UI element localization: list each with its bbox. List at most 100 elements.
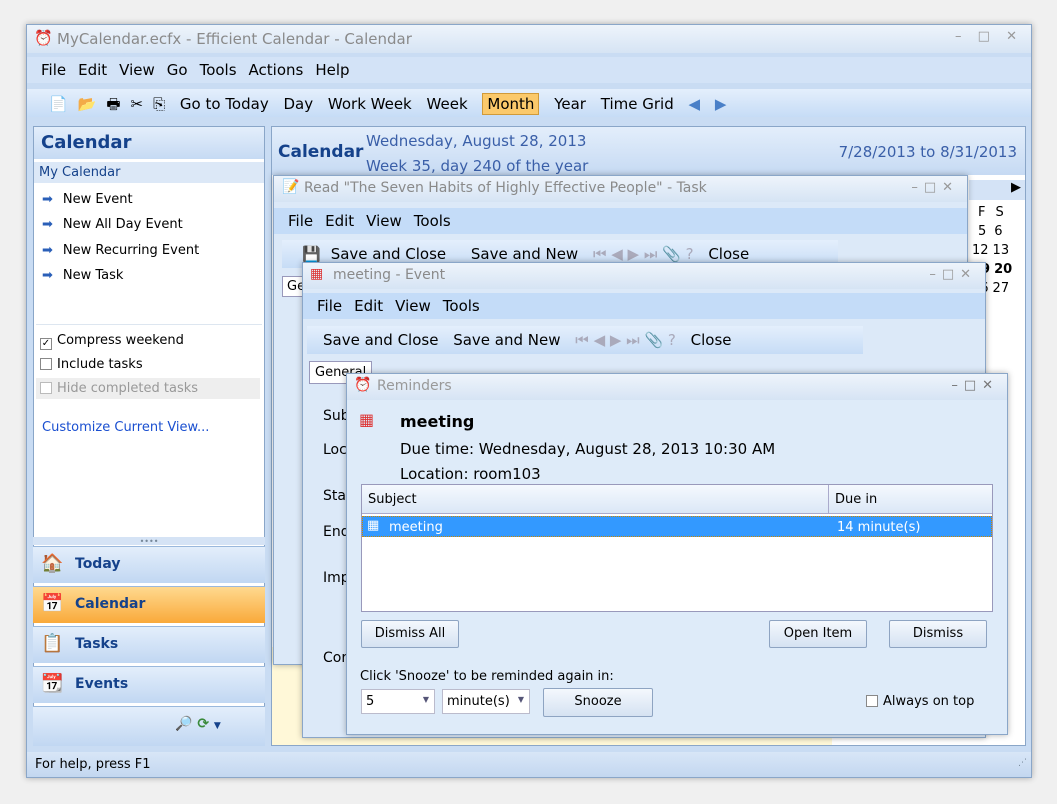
table-row[interactable]: ▦ meeting 14 minute(s) [362, 516, 992, 537]
snooze-value-select[interactable]: 5 ▼ [361, 689, 435, 714]
event-window-controls[interactable]: –□✕ [929, 267, 977, 282]
event-menu: File Edit View Tools [303, 293, 985, 319]
reminders-dialog: ⏰ Reminders –□✕ ▦ meeting Due time: Wedne… [346, 373, 1008, 735]
sidebar-title: Calendar [34, 127, 264, 159]
mini-row: 56 [978, 224, 1003, 239]
title-bar: ⏰ MyCalendar.ecfx - Efficient Calendar -… [27, 25, 1031, 53]
nav-events[interactable]: 📆 Events [33, 666, 265, 703]
view-month[interactable]: Month [482, 93, 540, 115]
sidebar-section: My Calendar [34, 162, 264, 183]
new-icon[interactable]: 📄 [49, 95, 68, 113]
splitter[interactable]: •••• [33, 537, 265, 546]
menu-view[interactable]: View [395, 297, 431, 315]
list-header: Subject Due in [362, 485, 992, 514]
nav-calendar[interactable]: 📅 Calendar [33, 586, 265, 623]
include-tasks-checkbox[interactable]: Include tasks [40, 357, 143, 372]
reminder-subject: meeting [400, 412, 475, 431]
reminder-due-time: Due time: Wednesday, August 28, 2013 10:… [400, 440, 776, 458]
menu-view[interactable]: View [366, 212, 402, 230]
status-text: For help, press F1 [35, 757, 151, 772]
next-button[interactable]: ▶ [715, 95, 727, 113]
menu-tools[interactable]: Tools [200, 61, 237, 79]
menu-edit[interactable]: Edit [325, 212, 354, 230]
view-work-week[interactable]: Work Week [328, 95, 412, 113]
tasks-icon: 📋 [41, 633, 64, 654]
print-icon[interactable]: 🖶 [106, 95, 120, 113]
close-button[interactable]: Close [708, 245, 749, 263]
week-info: Week 35, day 240 of the year [366, 157, 589, 175]
menu-file[interactable]: File [41, 61, 66, 79]
snooze-button[interactable]: Snooze [543, 688, 653, 717]
alarm-icon: ⏰ [354, 377, 372, 393]
save-close-button[interactable]: Save and Close [323, 331, 438, 349]
chevron-down-icon[interactable]: ▼ [214, 721, 221, 731]
calendar-icon: 📅 [41, 593, 64, 614]
task-menu: File Edit View Tools [274, 208, 967, 234]
date-range: 7/28/2013 to 8/31/2013 [838, 143, 1017, 161]
save-new-button[interactable]: Save and New [471, 245, 578, 263]
save-new-button[interactable]: Save and New [453, 331, 560, 349]
task-icon: 📝 [282, 179, 300, 195]
reminders-list: Subject Due in ▦ meeting 14 minute(s) [361, 484, 993, 612]
reminders-title-bar: ⏰ Reminders –□✕ [347, 374, 1007, 400]
compress-weekend-checkbox[interactable]: ✓ Compress weekend [40, 333, 184, 350]
view-year[interactable]: Year [554, 95, 586, 113]
mini-calendar-nav[interactable]: ▶ [969, 180, 1025, 200]
event-icon: ▦ [310, 266, 324, 282]
customize-view-link[interactable]: Customize Current View... [42, 420, 209, 435]
nav-icons[interactable]: ⏮ ◀ ▶ ⏭ 📎 ? [575, 331, 676, 349]
menu-actions[interactable]: Actions [249, 61, 304, 79]
nav-footer: 🔎 ⟳ ▼ [33, 706, 265, 746]
copy-icon[interactable]: ⎘ [153, 95, 165, 113]
cut-icon[interactable]: ✂ [131, 95, 144, 113]
column-due-in[interactable]: Due in [828, 485, 883, 513]
view-day[interactable]: Day [283, 95, 313, 113]
menu-go[interactable]: Go [167, 61, 188, 79]
new-recurring-event-link[interactable]: New Recurring Event [42, 243, 199, 258]
resize-grip[interactable]: ⋰ [1018, 758, 1027, 768]
close-button[interactable]: Close [691, 331, 732, 349]
view-week[interactable]: Week [427, 95, 468, 113]
new-all-day-event-link[interactable]: New All Day Event [42, 217, 183, 232]
divider [36, 324, 262, 325]
go-to-today-button[interactable]: Go to Today [180, 95, 269, 113]
menu-edit[interactable]: Edit [78, 61, 107, 79]
event-toolbar: Save and Close Save and New ⏮ ◀ ▶ ⏭ 📎 ? … [307, 326, 863, 354]
new-event-link[interactable]: New Event [42, 192, 133, 207]
snooze-unit-select[interactable]: minute(s) ▼ [442, 689, 530, 714]
open-icon[interactable]: 📂 [78, 95, 97, 113]
menu-edit[interactable]: Edit [354, 297, 383, 315]
column-subject[interactable]: Subject [368, 492, 417, 507]
menu-file[interactable]: File [317, 297, 342, 315]
nav-today[interactable]: 🏠 Today [33, 546, 265, 583]
configure-icon[interactable]: ⟳ [197, 716, 209, 732]
new-task-link[interactable]: New Task [42, 268, 124, 283]
dismiss-button[interactable]: Dismiss [889, 620, 987, 648]
search-icon[interactable]: 🔎 [175, 716, 192, 732]
status-bar: For help, press F1 ⋰ [27, 752, 1031, 777]
task-window-controls[interactable]: –□✕ [911, 180, 959, 195]
reminder-location: Location: room103 [400, 465, 541, 483]
home-icon: 🏠 [41, 553, 64, 574]
prev-button[interactable]: ◀ [689, 95, 701, 113]
window-controls[interactable]: – □ ✕ [955, 29, 1023, 44]
always-on-top-checkbox[interactable]: Always on top [866, 694, 974, 709]
hide-completed-tasks-checkbox[interactable]: Hide completed tasks [36, 378, 260, 399]
task-title-bar: 📝 Read "The Seven Habits of Highly Effec… [274, 176, 967, 202]
open-item-button[interactable]: Open Item [769, 620, 867, 648]
window-title: MyCalendar.ecfx - Efficient Calendar - C… [57, 30, 412, 48]
menu-tools[interactable]: Tools [414, 212, 451, 230]
menu-view[interactable]: View [119, 61, 155, 79]
dismiss-all-button[interactable]: Dismiss All [361, 620, 459, 648]
calendar-title: Calendar [278, 142, 364, 162]
view-time-grid[interactable]: Time Grid [601, 95, 674, 113]
nav-icons[interactable]: ⏮ ◀ ▶ ⏭ 📎 ? [593, 245, 694, 263]
menu-help[interactable]: Help [315, 61, 349, 79]
save-close-button[interactable]: 💾 Save and Close [302, 245, 456, 263]
events-icon: 📆 [41, 673, 64, 694]
nav-tasks[interactable]: 📋 Tasks [33, 626, 265, 663]
snooze-prompt: Click 'Snooze' to be reminded again in: [360, 669, 614, 684]
reminders-window-controls[interactable]: –□✕ [951, 378, 999, 393]
menu-tools[interactable]: Tools [443, 297, 480, 315]
menu-file[interactable]: File [288, 212, 313, 230]
